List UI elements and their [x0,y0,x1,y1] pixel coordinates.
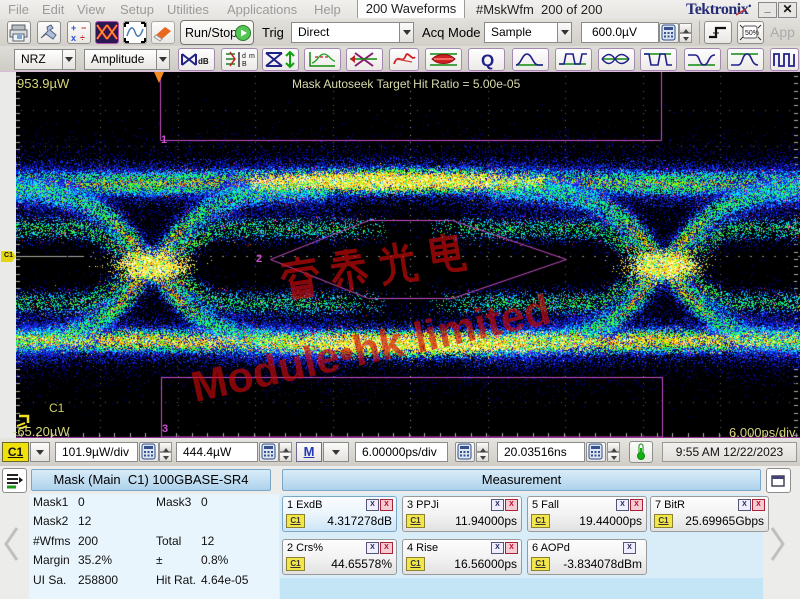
svg-text:m: m [249,53,255,60]
svg-text:50%: 50% [745,30,759,37]
svg-text:B: B [242,61,247,68]
svg-text:dB: dB [198,57,209,66]
svg-text:÷: ÷ [80,33,85,43]
svg-text:x: x [71,33,76,43]
svg-text:Q: Q [481,51,494,70]
svg-text:+: + [71,23,76,33]
svg-text:d: d [242,53,246,60]
svg-text:−: − [81,23,86,33]
